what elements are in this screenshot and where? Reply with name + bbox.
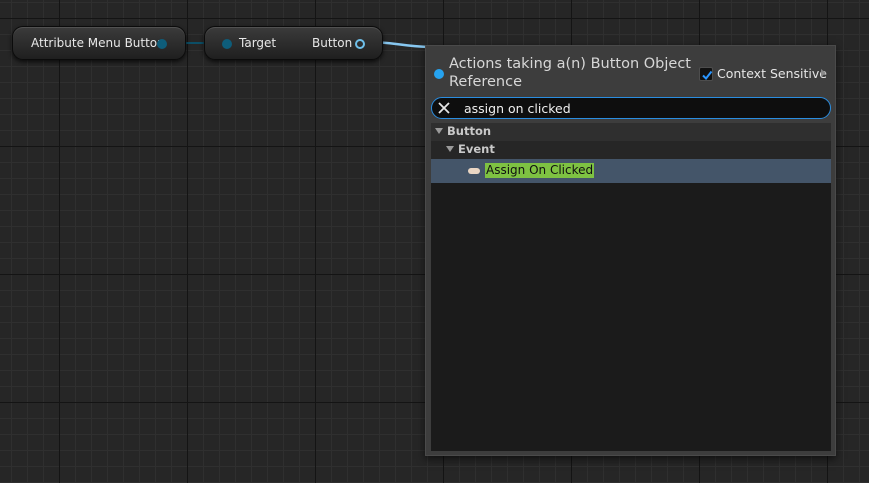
menu-title: Actions taking a(n) Button Object Refere… (449, 56, 691, 90)
object-reference-pin-icon (434, 69, 444, 79)
context-sensitive-checkbox[interactable] (699, 67, 713, 81)
target-input-pin[interactable] (222, 39, 232, 49)
close-icon[interactable] (437, 101, 451, 115)
target-pin-label: Target (239, 36, 277, 50)
search-box[interactable]: assign on clicked (431, 97, 831, 119)
checkmark-icon (702, 70, 713, 81)
blueprint-graph-canvas[interactable]: Attribute Menu Button Target Button Acti… (0, 0, 869, 483)
category-label: Button (447, 124, 492, 138)
collapse-arrow-icon[interactable] (435, 128, 443, 134)
action-assign-on-clicked[interactable]: Assign On Clicked (431, 159, 831, 183)
output-pin[interactable] (157, 39, 167, 49)
button-output-pin[interactable] (355, 39, 365, 49)
action-label: Assign On Clicked (485, 163, 595, 178)
expand-arrow-icon[interactable] (821, 69, 826, 77)
attribute-menu-button-node[interactable]: Attribute Menu Button (12, 26, 186, 60)
context-sensitive-label[interactable]: Context Sensitive (717, 66, 827, 81)
action-menu: Actions taking a(n) Button Object Refere… (425, 45, 836, 456)
event-pill-icon (468, 168, 480, 174)
category-button[interactable]: Button (431, 123, 831, 141)
subcategory-label: Event (458, 142, 495, 156)
category-event[interactable]: Event (431, 141, 831, 159)
action-tree[interactable]: Button Event Assign On Clicked (431, 123, 831, 451)
button-pin-label: Button (312, 36, 353, 50)
collapse-arrow-icon[interactable] (446, 146, 454, 152)
node-label: Attribute Menu Button (31, 36, 165, 50)
search-input[interactable]: assign on clicked (464, 101, 571, 116)
button-getter-node[interactable]: Target Button (204, 26, 383, 60)
